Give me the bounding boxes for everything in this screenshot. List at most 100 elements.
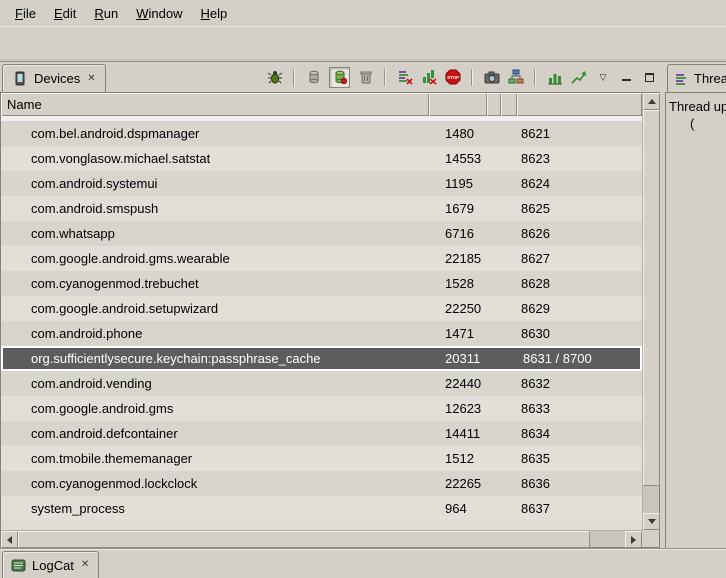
update-threads-icon[interactable] [396, 69, 413, 86]
horizontal-scrollbar[interactable] [1, 530, 642, 547]
process-pid: 14411 [429, 426, 487, 441]
scroll-down-icon [648, 519, 656, 524]
process-port: 8634 [517, 426, 642, 441]
process-pid: 1679 [429, 201, 487, 216]
process-name: com.cyanogenmod.trebuchet [1, 276, 429, 291]
system-info-icon[interactable] [546, 69, 563, 86]
scroll-left-button[interactable] [1, 531, 18, 548]
scroll-down-button[interactable] [643, 513, 660, 530]
process-pid: 1512 [429, 451, 487, 466]
column-header-pid[interactable] [429, 93, 487, 116]
table-body: com.bel.android.dspmanager 1480 8621 com… [1, 116, 642, 530]
column-header-name[interactable]: Name [1, 93, 429, 116]
table-row[interactable]: system_process 964 8637 [1, 496, 642, 521]
process-port: 8621 [517, 126, 642, 141]
process-name: com.android.defcontainer [1, 426, 429, 441]
table-row[interactable]: com.google.android.gms 12623 8633 [1, 396, 642, 421]
debug-icon[interactable] [266, 69, 283, 86]
process-pid: 22265 [429, 476, 487, 491]
process-port: 8623 [517, 151, 642, 166]
column-header-3[interactable] [487, 93, 501, 116]
process-pid: 22250 [429, 301, 487, 316]
stop-method-profiling-icon[interactable] [420, 69, 437, 86]
process-name: org.sufficientlysecure.keychain:passphra… [3, 351, 431, 366]
process-name: com.android.vending [1, 376, 429, 391]
tab-logcat[interactable]: LogCat ✕ [2, 551, 99, 578]
process-pid: 20311 [431, 351, 489, 366]
column-header-4[interactable] [501, 93, 517, 116]
table-row[interactable]: com.cyanogenmod.lockclock 22265 8636 [1, 471, 642, 496]
table-row[interactable]: com.cyanogenmod.trebuchet 1528 8628 [1, 271, 642, 296]
logcat-bar: LogCat ✕ [0, 548, 726, 577]
process-port: 8637 [517, 501, 642, 516]
heap-updates-enabled-icon[interactable] [329, 67, 350, 88]
scroll-up-icon [648, 99, 656, 104]
table-row[interactable]: com.android.smspush 1679 8625 [1, 196, 642, 221]
menu-help[interactable]: Help [191, 3, 236, 24]
tab-devices[interactable]: Devices ✕ [2, 64, 106, 92]
threads-content: Thread up ( [665, 92, 726, 548]
minimize-icon[interactable] [619, 70, 633, 84]
maximize-icon[interactable] [642, 70, 656, 84]
vertical-scroll-thumb[interactable] [643, 110, 660, 486]
update-heap-icon[interactable] [305, 69, 322, 86]
screen-capture-icon[interactable] [483, 69, 500, 86]
process-port: 8625 [517, 201, 642, 216]
view-menu-icon[interactable]: ▽ [596, 70, 610, 84]
table-row[interactable]: com.android.phone 1471 8630 [1, 321, 642, 346]
process-name: com.google.android.gms [1, 401, 429, 416]
table-row[interactable]: com.vonglasow.michael.satstat 14553 8623 [1, 146, 642, 171]
process-pid: 22440 [429, 376, 487, 391]
menu-window[interactable]: Window [127, 3, 191, 24]
table-row[interactable]: com.whatsapp 6716 8626 [1, 221, 642, 246]
table-row[interactable]: com.tmobile.thememanager 1512 8635 [1, 446, 642, 471]
scroll-up-button[interactable] [643, 93, 660, 110]
process-pid: 1528 [429, 276, 487, 291]
process-pid: 1480 [429, 126, 487, 141]
table-row[interactable]: com.google.android.gms.wearable 22185 86… [1, 246, 642, 271]
process-port: 8636 [517, 476, 642, 491]
threads-message-line1: Thread up [666, 93, 726, 114]
process-port: 8629 [517, 301, 642, 316]
table-row[interactable]: com.android.systemui 1195 8624 [1, 171, 642, 196]
process-pid: 6716 [429, 226, 487, 241]
table-row[interactable]: org.sufficientlysecure.keychain:passphra… [1, 346, 642, 371]
table-row[interactable]: com.android.defcontainer 14411 8634 [1, 421, 642, 446]
devices-tabstrip: Devices ✕ STOP [0, 62, 662, 92]
table-row[interactable]: com.bel.android.dspmanager 1480 8621 [1, 121, 642, 146]
close-icon[interactable]: ✕ [86, 73, 96, 85]
process-pid: 14553 [429, 151, 487, 166]
devices-table: Name com.bel.android.dspmanager 1480 862… [0, 92, 660, 548]
close-icon[interactable]: ✕ [80, 559, 90, 571]
table-row[interactable]: com.android.vending 22440 8632 [1, 371, 642, 396]
process-name: com.tmobile.thememanager [1, 451, 429, 466]
tab-devices-label: Devices [34, 71, 80, 86]
process-port: 8633 [517, 401, 642, 416]
cause-gc-icon[interactable] [357, 69, 374, 86]
menu-edit[interactable]: Edit [45, 3, 85, 24]
tab-logcat-label: LogCat [32, 558, 74, 573]
vertical-scrollbar[interactable] [642, 93, 659, 530]
tab-threads[interactable]: Threads [667, 64, 726, 92]
toolbar-separator [471, 69, 473, 86]
process-port: 8624 [517, 176, 642, 191]
network-statistics-icon[interactable] [570, 69, 587, 86]
process-pid: 22185 [429, 251, 487, 266]
process-pid: 1195 [429, 176, 487, 191]
column-header-port[interactable] [517, 93, 642, 116]
horizontal-scroll-thumb[interactable] [18, 531, 590, 548]
threads-icon [675, 72, 689, 86]
process-port: 8627 [517, 251, 642, 266]
process-port: 8632 [517, 376, 642, 391]
menu-run[interactable]: Run [85, 3, 127, 24]
tab-threads-label: Threads [694, 71, 726, 86]
hierarchy-view-icon[interactable] [507, 69, 524, 86]
scroll-right-button[interactable] [625, 531, 642, 548]
menu-file[interactable]: File [6, 3, 45, 24]
table-header: Name [1, 93, 642, 116]
table-row[interactable]: com.google.android.setupwizard 22250 862… [1, 296, 642, 321]
stop-process-icon[interactable]: STOP [444, 69, 461, 86]
process-name: system_process [1, 501, 429, 516]
devices-view: Devices ✕ STOP [0, 62, 662, 548]
process-pid: 12623 [429, 401, 487, 416]
